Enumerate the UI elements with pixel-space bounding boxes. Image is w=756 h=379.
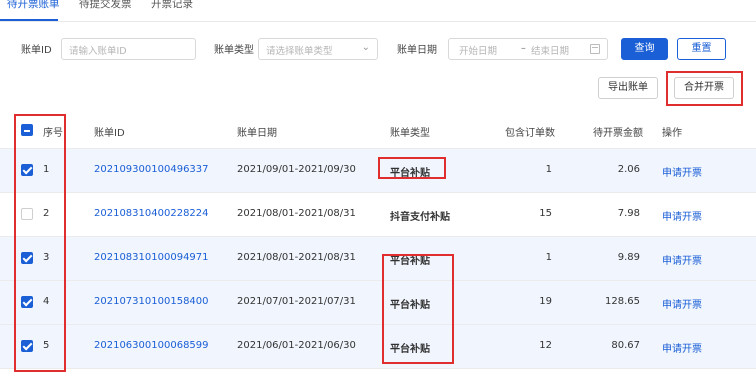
row-checkbox[interactable] (21, 164, 33, 176)
bill-date: 2021/07/01-2021/07/31 (237, 296, 356, 307)
order-count: 12 (539, 340, 552, 351)
row-checkbox[interactable] (21, 208, 33, 220)
invoice-amount: 7.98 (617, 208, 640, 219)
column-header-actions: 操作 (662, 128, 682, 139)
bill-type-placeholder: 请选择账单类型 (266, 46, 333, 57)
apply-invoice-link[interactable]: 申请开票 (662, 208, 702, 223)
column-header-bill-type: 账单类型 (390, 128, 430, 139)
apply-invoice-link[interactable]: 申请开票 (662, 340, 702, 355)
invoice-amount: 128.65 (605, 296, 640, 307)
table-row: 2 202108310400228224 2021/08/01-2021/08/… (0, 193, 756, 237)
reset-button[interactable]: 重置 (677, 38, 726, 60)
tab-pending-invoices[interactable]: 待提交发票 (79, 0, 132, 11)
chevron-down-icon: ⌄ (361, 42, 370, 53)
tab-pending-bills[interactable]: 待开票账单 (7, 0, 60, 11)
row-checkbox[interactable] (21, 340, 33, 352)
table-row: 3 202108310100094971 2021/08/01-2021/08/… (0, 237, 756, 281)
date-range-picker[interactable]: 开始日期 – 结束日期 (448, 38, 608, 60)
end-date-placeholder: 结束日期 (531, 46, 570, 57)
bill-id-link[interactable]: 202108310100094971 (94, 252, 209, 263)
bill-type: 平台补贴 (390, 256, 430, 267)
column-header-index: 序号 (43, 128, 63, 139)
column-header-order-count: 包含订单数 (505, 128, 555, 139)
calendar-icon (590, 44, 600, 54)
bill-id-link[interactable]: 202109300100496337 (94, 164, 209, 175)
merge-invoice-button[interactable]: 合并开票 (674, 77, 734, 99)
bill-id-link[interactable]: 202106300100068599 (94, 340, 209, 351)
order-count: 15 (539, 208, 552, 219)
bill-id-link[interactable]: 202108310400228224 (94, 208, 209, 219)
bill-date: 2021/06/01-2021/06/30 (237, 340, 356, 351)
bill-id-label: 账单ID (21, 45, 52, 56)
invoice-amount: 2.06 (617, 164, 640, 175)
bill-id-link[interactable]: 202107310100158400 (94, 296, 209, 307)
order-count: 1 (545, 252, 552, 263)
row-index: 4 (43, 296, 50, 307)
row-checkbox[interactable] (21, 296, 33, 308)
bill-id-input[interactable]: 请输入账单ID (61, 38, 196, 60)
order-count: 19 (539, 296, 552, 307)
table-row: 4 202107310100158400 2021/07/01-2021/07/… (0, 281, 756, 325)
row-index: 1 (43, 164, 50, 175)
bill-date: 2021/09/01-2021/09/30 (237, 164, 356, 175)
bill-type: 平台补贴 (390, 344, 430, 355)
row-index: 3 (43, 252, 50, 263)
order-count: 1 (545, 164, 552, 175)
apply-invoice-link[interactable]: 申请开票 (662, 296, 702, 311)
table-row: 1 202109300100496337 2021/09/01-2021/09/… (0, 149, 756, 193)
bill-date-label: 账单日期 (397, 45, 437, 56)
bill-type: 平台补贴 (390, 300, 430, 311)
column-header-amount: 待开票金额 (593, 128, 643, 139)
table-header: 序号 账单ID 账单日期 账单类型 包含订单数 待开票金额 操作 (0, 113, 756, 149)
table-row: 5 202106300100068599 2021/06/01-2021/06/… (0, 325, 756, 369)
row-index: 2 (43, 208, 50, 219)
bill-date: 2021/08/01-2021/08/31 (237, 252, 356, 263)
column-header-bill-id: 账单ID (94, 128, 125, 139)
bill-type: 抖音支付补贴 (390, 212, 450, 223)
bill-type-select[interactable]: 请选择账单类型 ⌄ (258, 38, 378, 60)
bill-type-label: 账单类型 (214, 45, 254, 56)
apply-invoice-link[interactable]: 申请开票 (662, 252, 702, 267)
invoice-amount: 9.89 (617, 252, 640, 263)
tab-invoice-records[interactable]: 开票记录 (151, 0, 193, 11)
invoice-amount: 80.67 (611, 340, 640, 351)
apply-invoice-link[interactable]: 申请开票 (662, 164, 702, 179)
bill-id-placeholder: 请输入账单ID (69, 46, 127, 57)
start-date-placeholder: 开始日期 (459, 46, 498, 57)
active-tab-indicator (0, 19, 58, 21)
select-all-checkbox[interactable] (21, 124, 33, 136)
bill-type: 平台补贴 (390, 168, 430, 179)
tab-bar: 待开票账单 待提交发票 开票记录 (0, 0, 756, 22)
row-checkbox[interactable] (21, 252, 33, 264)
export-bills-button[interactable]: 导出账单 (598, 77, 658, 99)
column-header-bill-date: 账单日期 (237, 128, 277, 139)
query-button[interactable]: 查询 (621, 38, 668, 60)
range-separator: – (521, 43, 526, 54)
bill-date: 2021/08/01-2021/08/31 (237, 208, 356, 219)
row-index: 5 (43, 340, 50, 351)
